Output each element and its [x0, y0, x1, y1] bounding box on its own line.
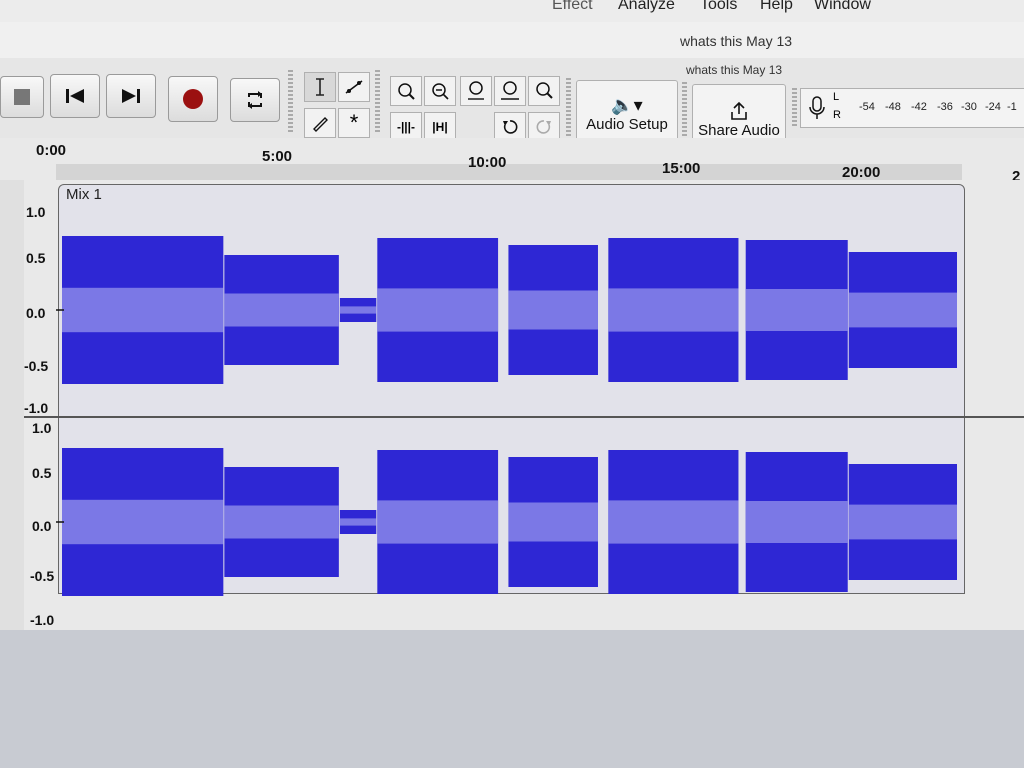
waveform-rms — [508, 290, 598, 330]
waveform-rms — [848, 504, 957, 540]
waveform-rms — [608, 500, 739, 544]
waveform-rms — [745, 501, 848, 543]
waveform-rms — [508, 502, 598, 542]
waveform-rms — [339, 306, 377, 314]
waveform-rms — [224, 293, 339, 327]
waveform-rms — [848, 292, 957, 328]
waveform-rms — [62, 287, 224, 333]
empty-track-space[interactable] — [0, 630, 1024, 768]
waveform-rms — [62, 499, 224, 545]
waveform-rms — [224, 505, 339, 539]
waveform-rms — [377, 288, 499, 332]
waveform-rms — [745, 289, 848, 331]
waveform-rms — [608, 288, 739, 332]
waveform-rms — [339, 518, 377, 526]
waveform-rms — [377, 500, 499, 544]
waveform-display[interactable] — [0, 0, 1024, 640]
